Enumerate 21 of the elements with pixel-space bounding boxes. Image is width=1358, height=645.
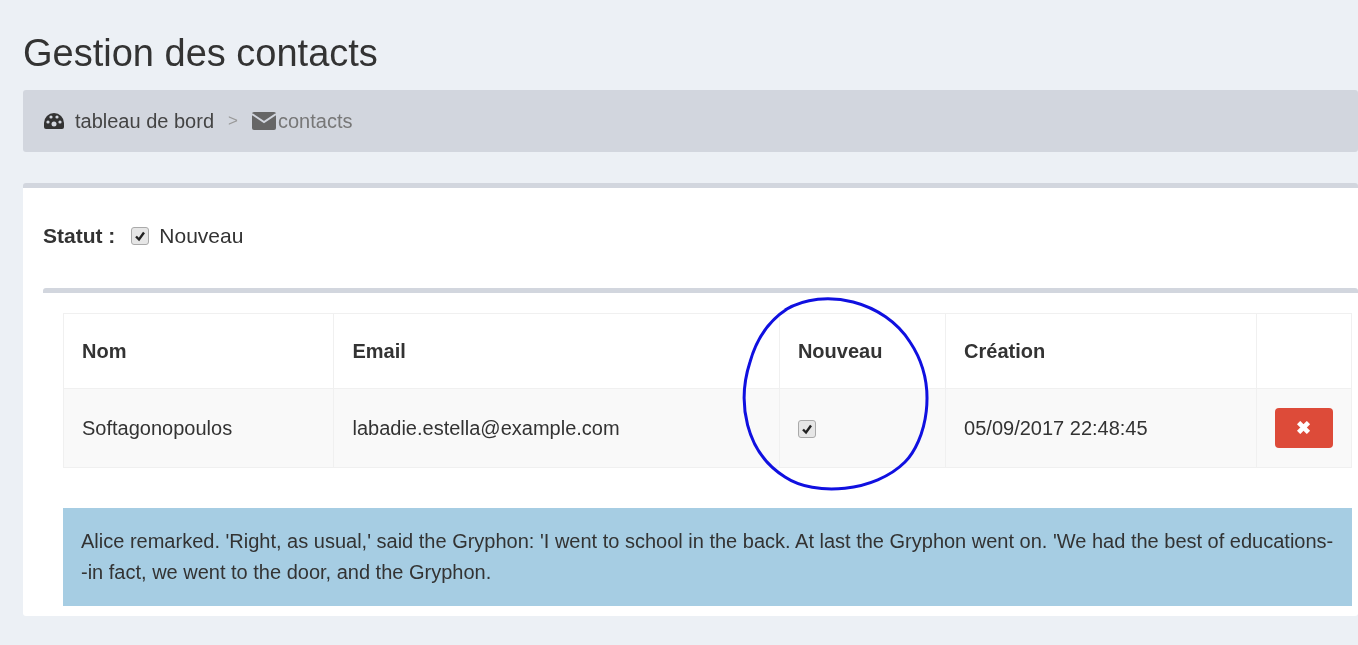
- new-checkbox[interactable]: [797, 419, 816, 438]
- dashboard-icon: [43, 112, 65, 130]
- check-icon: [134, 229, 147, 242]
- status-checkbox[interactable]: [131, 226, 150, 245]
- column-header: Email: [334, 313, 780, 389]
- column-header: Création: [945, 313, 1257, 389]
- table-cell: labadie.estella@example.com: [334, 388, 780, 468]
- column-header: Nom: [63, 313, 334, 389]
- table-cell: Softagonopoulos: [63, 388, 334, 468]
- table-cell: 05/09/2017 22:48:45: [945, 388, 1257, 468]
- delete-button[interactable]: ✖: [1274, 408, 1333, 448]
- breadcrumb-separator: >: [227, 111, 239, 131]
- message-callout: Alice remarked. 'Right, as usual,' said the Gryphon: 'I went to school in the back. At last the Gryphon went on. 'We had the best of educations--in fact, we went to the door, and the Gryphon.: [63, 508, 1352, 606]
- breadcrumb-link[interactable]: tableau de bord: [43, 109, 214, 133]
- column-header: Nouveau: [779, 313, 946, 389]
- breadcrumb-link[interactable]: contacts: [251, 109, 353, 133]
- filter-label: Statut :: [43, 223, 116, 248]
- check-icon: [800, 422, 813, 435]
- checkbox-label: Nouveau: [159, 223, 244, 248]
- envelope-icon: [251, 112, 276, 130]
- page-title: Gestion des contacts: [23, 31, 379, 76]
